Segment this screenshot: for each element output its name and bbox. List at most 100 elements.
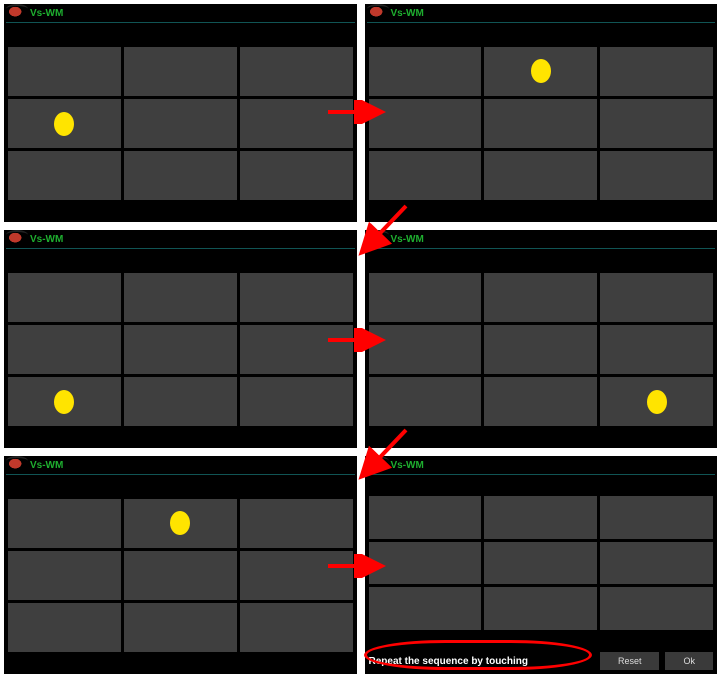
grid-cell[interactable] <box>369 587 482 630</box>
stimulus-grid <box>369 47 714 201</box>
title-divider <box>367 474 716 475</box>
grid-cell <box>124 377 237 426</box>
grid-cell <box>240 47 353 96</box>
grid-cell <box>600 99 713 148</box>
grid-cell <box>369 377 482 426</box>
task-panel: Vs-WM <box>4 4 357 222</box>
title-bar: Vs-WM <box>4 230 357 248</box>
stimulus-grid <box>8 273 353 427</box>
grid-area <box>365 251 718 448</box>
instruction-text: Repeat the sequence by touching <box>369 656 594 667</box>
grid-cell <box>8 551 121 600</box>
grid-cell <box>484 47 597 96</box>
grid-cell <box>8 47 121 96</box>
title-divider <box>367 22 716 23</box>
reset-button[interactable]: Reset <box>600 652 660 670</box>
grid-cell <box>369 325 482 374</box>
bottom-bar: Repeat the sequence by touching Reset Ok <box>365 649 718 674</box>
grid-cell <box>240 325 353 374</box>
grid-area <box>4 477 357 674</box>
grid-cell[interactable] <box>484 587 597 630</box>
grid-cell <box>240 603 353 652</box>
title-divider <box>6 22 355 23</box>
grid-cell <box>369 151 482 200</box>
task-panel: Vs-WM <box>365 230 718 448</box>
grid-cell <box>484 377 597 426</box>
grid-cell[interactable] <box>484 496 597 539</box>
app-logo-icon <box>8 6 26 20</box>
grid-cell <box>8 499 121 548</box>
grid-cell <box>8 603 121 652</box>
grid-cell <box>600 377 713 426</box>
app-title: Vs-WM <box>391 460 424 471</box>
grid-cell <box>484 325 597 374</box>
grid-cell <box>484 273 597 322</box>
stimulus-dot-icon <box>170 511 190 535</box>
title-bar: Vs-WM <box>4 456 357 474</box>
grid-cell <box>600 273 713 322</box>
app-logo-icon <box>369 6 387 20</box>
app-logo-icon <box>8 458 26 472</box>
grid-area <box>365 477 718 649</box>
grid-cell <box>8 151 121 200</box>
grid-cell <box>124 603 237 652</box>
task-panel: Vs-WM <box>4 230 357 448</box>
app-logo-icon <box>369 458 387 472</box>
grid-cell <box>124 273 237 322</box>
title-bar: Vs-WM <box>365 4 718 22</box>
app-title: Vs-WM <box>391 8 424 19</box>
grid-cell <box>240 377 353 426</box>
grid-cell[interactable] <box>369 542 482 585</box>
title-divider <box>6 474 355 475</box>
grid-cell <box>124 551 237 600</box>
app-title: Vs-WM <box>391 234 424 245</box>
grid-cell <box>8 377 121 426</box>
stimulus-dot-icon <box>647 390 667 414</box>
grid-cell[interactable] <box>600 587 713 630</box>
stimulus-grid <box>369 496 714 630</box>
app-title: Vs-WM <box>30 234 63 245</box>
grid-cell <box>240 499 353 548</box>
stimulus-dot-icon <box>54 390 74 414</box>
task-panel: Vs-WM <box>365 4 718 222</box>
title-bar: Vs-WM <box>4 4 357 22</box>
grid-cell[interactable] <box>600 542 713 585</box>
grid-cell <box>124 325 237 374</box>
stimulus-dot-icon <box>531 59 551 83</box>
grid-cell <box>124 99 237 148</box>
ok-button[interactable]: Ok <box>665 652 713 670</box>
title-bar: Vs-WM <box>365 230 718 248</box>
task-panel: Vs-WM <box>4 456 357 674</box>
task-panel: Vs-WM Repeat the sequence by touching Rese… <box>365 456 718 674</box>
stimulus-grid <box>369 273 714 427</box>
stimulus-dot-icon <box>54 112 74 136</box>
title-divider <box>367 248 716 249</box>
grid-cell <box>240 273 353 322</box>
grid-cell[interactable] <box>600 496 713 539</box>
app-logo-icon <box>8 232 26 246</box>
app-title: Vs-WM <box>30 460 63 471</box>
grid-cell <box>240 99 353 148</box>
grid-cell <box>369 99 482 148</box>
app-title: Vs-WM <box>30 8 63 19</box>
grid-cell[interactable] <box>484 542 597 585</box>
grid-cell <box>124 151 237 200</box>
title-bar: Vs-WM <box>365 456 718 474</box>
grid-cell <box>484 151 597 200</box>
grid-area <box>4 251 357 448</box>
grid-cell[interactable] <box>369 496 482 539</box>
stimulus-grid <box>8 499 353 653</box>
grid-cell <box>600 325 713 374</box>
grid-cell <box>369 47 482 96</box>
grid-cell <box>240 551 353 600</box>
grid-cell <box>369 273 482 322</box>
grid-cell <box>124 499 237 548</box>
title-divider <box>6 248 355 249</box>
grid-cell <box>8 99 121 148</box>
grid-cell <box>240 151 353 200</box>
grid-area <box>365 25 718 222</box>
grid-cell <box>8 325 121 374</box>
grid-cell <box>8 273 121 322</box>
grid-cell <box>600 47 713 96</box>
grid-cell <box>600 151 713 200</box>
